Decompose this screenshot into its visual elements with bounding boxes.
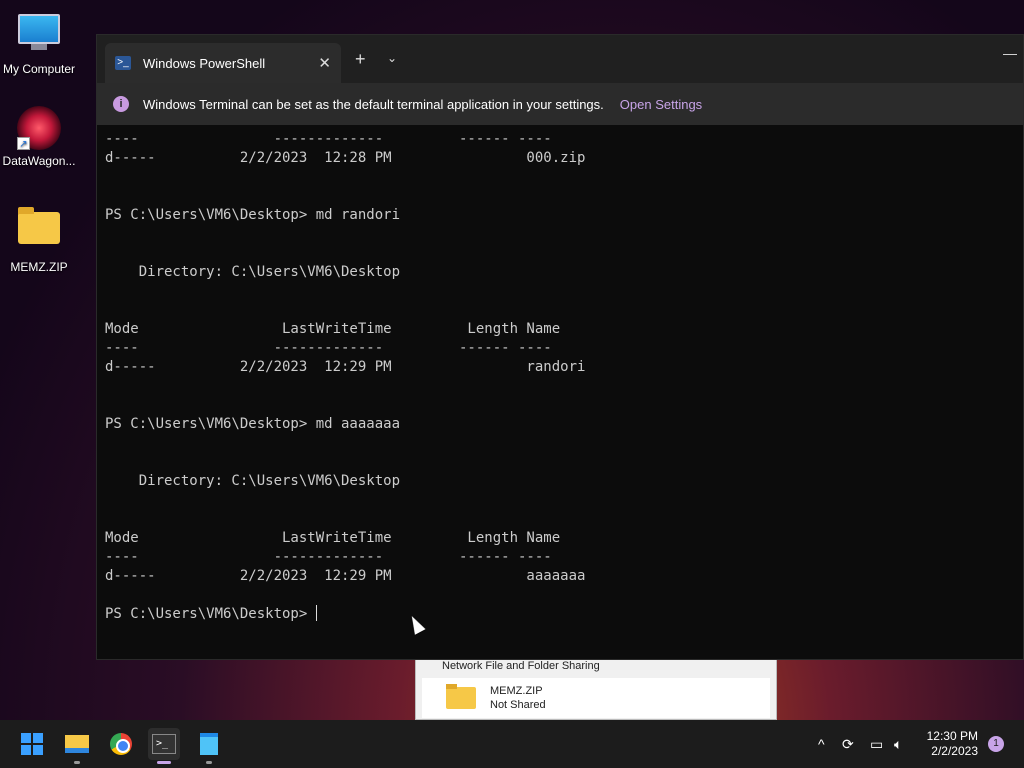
minimize-button[interactable]: —	[1003, 45, 1017, 61]
taskbar: >_ ^ ⟳ ▭ 🔈︎ 12:30 PM 2/2/2023 1	[0, 720, 1024, 768]
terminal-window: >_ Windows PowerShell ✕ + ⌄ — i Windows …	[96, 34, 1024, 660]
shared-item-name: MEMZ.ZIP	[490, 685, 543, 697]
file-explorer-icon	[65, 735, 89, 753]
taskbar-file-explorer[interactable]	[61, 728, 93, 764]
shared-item-row[interactable]: MEMZ.ZIP Not Shared	[422, 678, 770, 718]
taskbar-chrome[interactable]	[105, 728, 137, 760]
chrome-icon	[110, 733, 132, 755]
clock[interactable]: 12:30 PM 2/2/2023	[927, 729, 978, 759]
default-terminal-infobar: i Windows Terminal can be set as the def…	[97, 83, 1023, 125]
folder-icon	[17, 207, 61, 256]
desktop-icon-datawagon[interactable]: ↗ DataWagon...	[0, 106, 78, 168]
network-icon[interactable]: ▭	[870, 720, 883, 768]
volume-icon[interactable]: 🔈︎	[894, 720, 902, 768]
sharing-window: Network File and Folder Sharing MEMZ.ZIP…	[415, 655, 777, 720]
desktop-icon-label: MEMZ.ZIP	[10, 260, 68, 274]
info-icon: i	[113, 96, 129, 112]
desktop-icon-label: My Computer	[2, 62, 76, 76]
desktop-icon-label: DataWagon...	[2, 154, 76, 168]
tab-windows-powershell[interactable]: >_ Windows PowerShell ✕	[105, 43, 341, 83]
console-lines: ---- ------------- ------ ---- d----- 2/…	[105, 131, 586, 584]
shortcut-arrow-icon: ↗	[17, 137, 30, 150]
notification-badge[interactable]: 1	[988, 736, 1004, 752]
chevron-up-icon: ^	[818, 736, 825, 752]
show-hidden-icons-button[interactable]: ^	[818, 720, 825, 768]
windows-logo-icon	[21, 733, 43, 755]
sync-icon[interactable]: ⟳	[842, 720, 854, 768]
tab-title: Windows PowerShell	[143, 55, 266, 71]
close-tab-icon[interactable]: ✕	[318, 54, 331, 72]
chevron-down-icon[interactable]: ⌄	[387, 51, 397, 65]
computer-icon	[17, 14, 61, 58]
start-button[interactable]	[16, 728, 48, 760]
notepad-icon	[200, 733, 218, 755]
console-output[interactable]: ---- ------------- ------ ---- d----- 2/…	[97, 130, 1023, 624]
new-tab-button[interactable]: +	[355, 49, 366, 70]
desktop-icon-memz-zip[interactable]: MEMZ.ZIP	[0, 204, 78, 274]
shared-item-status: Not Shared	[490, 699, 546, 711]
datawagon-icon: ↗	[17, 106, 61, 150]
open-settings-link[interactable]: Open Settings	[620, 97, 702, 112]
taskbar-terminal[interactable]: >_	[148, 728, 180, 764]
folder-icon	[446, 684, 476, 709]
text-cursor	[315, 605, 317, 621]
powershell-icon: >_	[115, 56, 131, 70]
infobar-message: Windows Terminal can be set as the defau…	[143, 96, 604, 112]
clock-time: 12:30 PM	[926, 729, 978, 743]
command-prompt: PS C:\Users\VM6\Desktop>	[105, 606, 316, 622]
tab-bar: >_ Windows PowerShell ✕ + ⌄ —	[97, 35, 1023, 83]
desktop-icon-my-computer[interactable]: My Computer	[0, 10, 78, 76]
terminal-icon: >_	[152, 734, 176, 754]
clock-date: 2/2/2023	[931, 744, 978, 758]
taskbar-notepad[interactable]	[193, 728, 225, 764]
